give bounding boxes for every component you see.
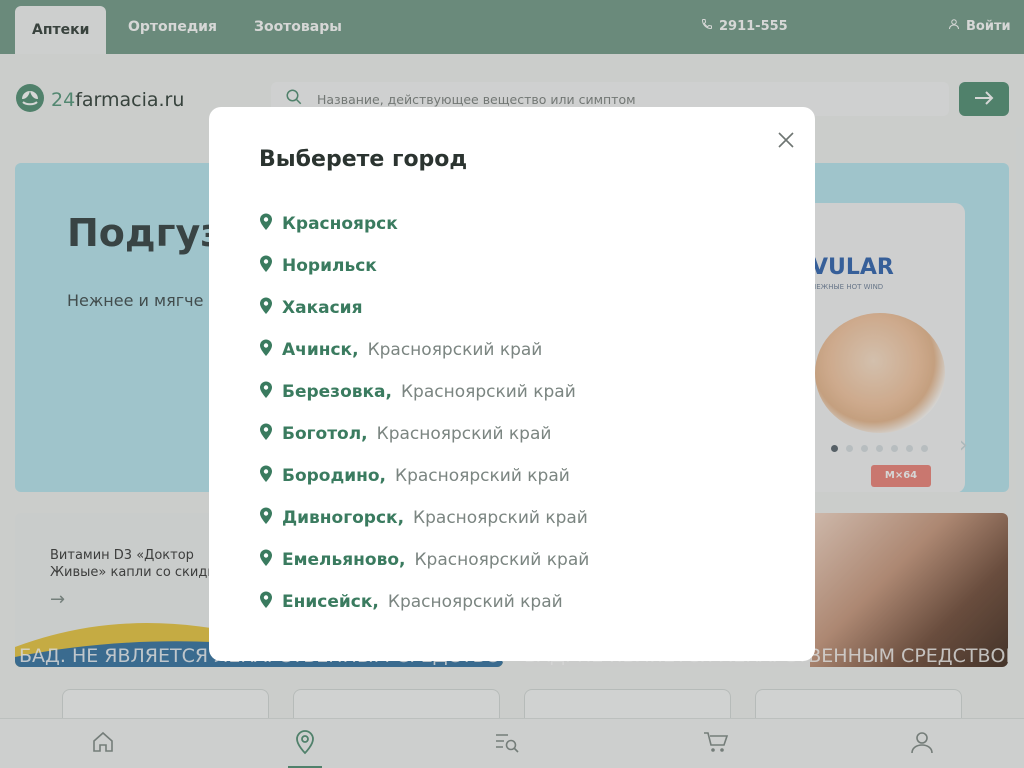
city-name: Березовка,	[282, 382, 392, 402]
city-name: Емельяново,	[282, 550, 406, 570]
city-list: Красноярск Норильск Хакасия Ачинск, Краснояр…	[259, 203, 589, 623]
city-name: Енисейск,	[282, 592, 379, 612]
map-pin-icon	[259, 381, 273, 404]
city-item[interactable]: Норильск	[259, 245, 589, 287]
city-region: Красноярский край	[414, 550, 590, 570]
city-item[interactable]: Бородино, Красноярский край	[259, 455, 589, 497]
city-region: Красноярский край	[395, 466, 570, 486]
city-name: Хакасия	[282, 298, 363, 318]
city-item[interactable]: Енисейск, Красноярский край	[259, 581, 589, 623]
city-item[interactable]: Красноярск	[259, 203, 589, 245]
city-name: Норильск	[282, 256, 377, 276]
city-name: Дивногорск,	[282, 508, 405, 528]
city-region: Красноярский край	[400, 382, 576, 402]
map-pin-icon	[259, 591, 273, 614]
city-name: Красноярск	[282, 214, 398, 234]
map-pin-icon	[259, 255, 273, 278]
city-region: Красноярский край	[387, 592, 563, 612]
city-item[interactable]: Боготол, Красноярский край	[259, 413, 589, 455]
map-pin-icon	[259, 465, 273, 488]
city-region: Красноярский край	[376, 424, 552, 444]
city-item[interactable]: Емельяново, Красноярский край	[259, 539, 589, 581]
map-pin-icon	[259, 549, 273, 572]
map-pin-icon	[259, 423, 273, 446]
city-name: Ачинск,	[282, 340, 359, 360]
city-name: Боготол,	[282, 424, 368, 444]
map-pin-icon	[259, 213, 273, 236]
city-item[interactable]: Ачинск, Красноярский край	[259, 329, 589, 371]
city-name: Бородино,	[282, 466, 387, 486]
city-item[interactable]: Березовка, Красноярский край	[259, 371, 589, 413]
close-button[interactable]	[775, 131, 797, 153]
city-region: Красноярский край	[367, 340, 543, 360]
city-item[interactable]: Дивногорск, Красноярский край	[259, 497, 589, 539]
city-item[interactable]: Хакасия	[259, 287, 589, 329]
city-region: Красноярский край	[413, 508, 588, 528]
modal-title: Выберете город	[259, 147, 468, 172]
close-icon	[778, 132, 794, 152]
map-pin-icon	[259, 297, 273, 320]
city-select-modal: Выберете город Красноярск Норильск Хакасия…	[209, 107, 815, 661]
map-pin-icon	[259, 339, 273, 362]
map-pin-icon	[259, 507, 273, 530]
